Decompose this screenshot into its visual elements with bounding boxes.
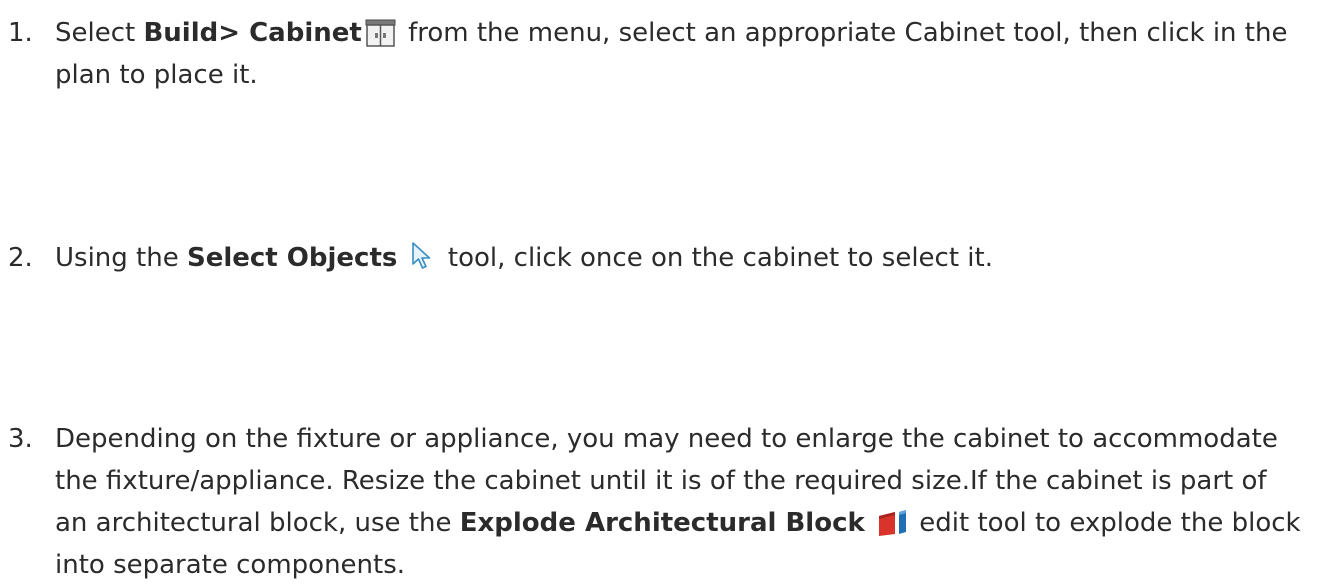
step-2: 2. Using the Select Objects tool, click …: [0, 237, 1321, 279]
cabinet-icon: [364, 17, 398, 47]
tool-name: Explode Architectural Block: [459, 508, 865, 538]
step-text: Select Build> Cabinet from the menu, sel…: [55, 12, 1305, 96]
tool-name: Select Objects: [186, 243, 398, 273]
explode-architectural-block-icon: [875, 507, 909, 537]
step-text-pre: Select: [55, 18, 144, 48]
step-text: Using the Select Objects tool, click onc…: [55, 237, 1305, 279]
select-objects-arrow-icon: [408, 240, 438, 272]
step-number: 1.: [8, 18, 33, 48]
step-text: Depending on the fixture or appliance, y…: [55, 418, 1305, 586]
menu-path: Build> Cabinet: [143, 18, 362, 48]
step-1: 1. Select Build> Cabinet from the menu, …: [0, 12, 1321, 96]
step-number: 2.: [8, 243, 33, 273]
step-text-pre: Using the: [55, 243, 187, 273]
step-3: 3. Depending on the fixture or appliance…: [0, 418, 1321, 586]
step-text-post: tool, click once on the cabinet to selec…: [439, 243, 993, 273]
step-number: 3.: [8, 424, 33, 454]
